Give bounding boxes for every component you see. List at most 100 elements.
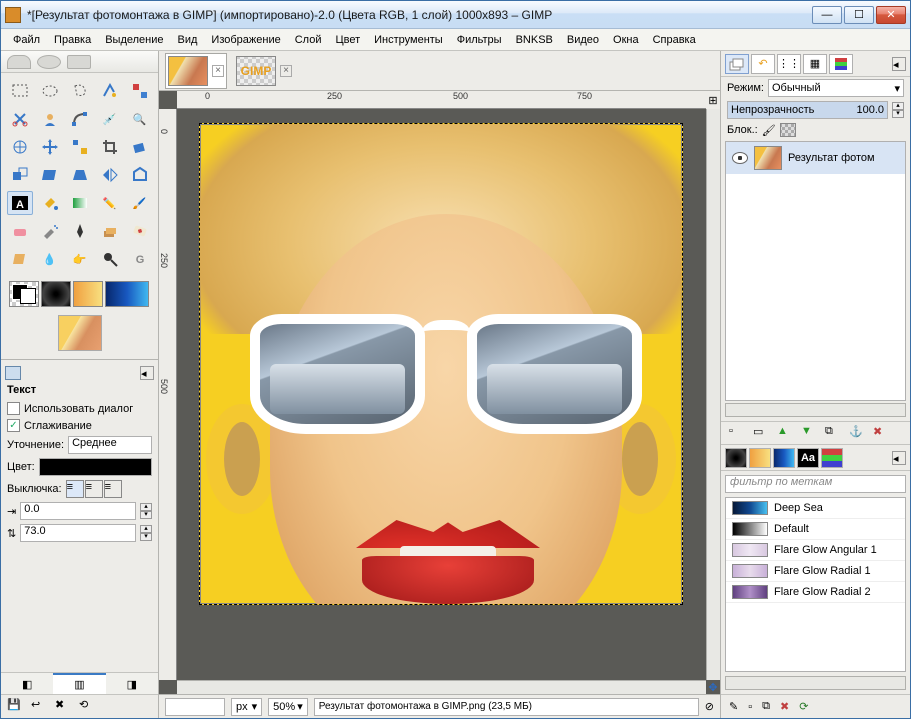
new-layer-button[interactable]: ▫ (729, 425, 745, 441)
brush-indicator[interactable] (41, 281, 71, 307)
heal-tool[interactable] (127, 219, 153, 243)
menu-edit[interactable]: Правка (48, 32, 97, 48)
hinting-select[interactable]: Среднее (68, 436, 152, 454)
delete-options-icon[interactable]: ✖ (55, 698, 73, 716)
layer-group-button[interactable]: ▭ (753, 425, 769, 441)
perspective-tool[interactable] (67, 163, 93, 187)
rect-select-tool[interactable] (7, 79, 33, 103)
fuzzy-select-tool[interactable] (97, 79, 123, 103)
gradient-item[interactable]: Flare Glow Radial 2 (726, 582, 905, 603)
spin-up[interactable]: ▴ (892, 102, 904, 110)
ink-tool[interactable] (67, 219, 93, 243)
gradient-indicator[interactable] (105, 281, 149, 307)
use-dialog-checkbox[interactable] (7, 402, 20, 415)
zoom-tool[interactable]: 🔍 (127, 107, 153, 131)
tool-options-tab[interactable] (5, 366, 21, 380)
restore-options-icon[interactable]: ↩ (31, 698, 49, 716)
visibility-toggle-icon[interactable] (732, 152, 748, 164)
rotate-tool[interactable] (127, 135, 153, 159)
gradient-item[interactable]: Deep Sea (726, 498, 905, 519)
delete-layer-button[interactable]: ✖ (873, 425, 889, 441)
lower-layer-button[interactable]: ▼ (801, 425, 817, 441)
duplicate-gradient-button[interactable]: ⧉ (762, 700, 770, 713)
spin-up[interactable]: ▴ (140, 503, 152, 511)
lock-alpha-icon[interactable] (780, 123, 796, 137)
layer-item[interactable]: Результат фотом (726, 142, 905, 174)
undo-history-tab[interactable]: ↶ (751, 54, 775, 74)
antialias-checkbox[interactable] (7, 419, 20, 432)
flip-tool[interactable] (97, 163, 123, 187)
paintbrush-tool[interactable]: 🖌️ (127, 191, 153, 215)
clone-tool[interactable] (97, 219, 123, 243)
patterns-tab[interactable] (749, 448, 771, 468)
blend-tool[interactable] (67, 191, 93, 215)
spin-down[interactable]: ▾ (140, 511, 152, 519)
menu-view[interactable]: Вид (172, 32, 204, 48)
bottom-tab-3[interactable]: ◨ (106, 673, 158, 694)
paths-tab[interactable]: ▦ (803, 54, 827, 74)
menu-filters[interactable]: Фильтры (451, 32, 508, 48)
menu-layer[interactable]: Слой (289, 32, 328, 48)
blur-tool[interactable]: 💧 (37, 247, 63, 271)
justify-right-button[interactable]: ≡ (85, 480, 103, 498)
justify-center-button[interactable]: ≡ (104, 480, 122, 498)
panel-menu-icon[interactable]: ◂ (892, 451, 906, 465)
bucket-fill-tool[interactable] (37, 191, 63, 215)
new-gradient-button[interactable]: ▫ (748, 701, 752, 713)
gradients-tab[interactable] (773, 448, 795, 468)
canvas[interactable]: ДПС (199, 123, 683, 605)
spin-down[interactable]: ▾ (892, 110, 904, 118)
crop-tool[interactable] (97, 135, 123, 159)
duplicate-layer-button[interactable]: ⧉ (825, 425, 841, 441)
zoom-select[interactable]: 50%▾ (268, 698, 308, 716)
reset-options-icon[interactable]: ⟲ (79, 698, 97, 716)
menu-video[interactable]: Видео (561, 32, 605, 48)
save-options-icon[interactable]: 💾 (7, 698, 25, 716)
by-color-select-tool[interactable] (127, 79, 153, 103)
text-tool[interactable]: A (7, 191, 33, 215)
refresh-gradients-button[interactable]: ⟳ (799, 700, 808, 713)
measure-tool[interactable] (7, 135, 33, 159)
image-tab-1[interactable]: × (165, 53, 227, 89)
delete-gradient-button[interactable]: ✖ (780, 700, 789, 713)
menu-image[interactable]: Изображение (205, 32, 286, 48)
image-tab-2[interactable]: × (233, 53, 295, 89)
cage-tool[interactable] (127, 163, 153, 187)
shear-tool[interactable] (37, 163, 63, 187)
fonts-tab[interactable]: Aa (797, 448, 819, 468)
pattern-indicator[interactable] (73, 281, 103, 307)
close-tab-icon[interactable]: × (212, 65, 224, 77)
perspective-clone-tool[interactable] (7, 247, 33, 271)
mode-select[interactable]: Обычный▾ (768, 79, 904, 97)
colormap-tab[interactable] (829, 54, 853, 74)
scissors-tool[interactable] (7, 107, 33, 131)
layer-name[interactable]: Результат фотом (788, 152, 875, 164)
lock-pixels-icon[interactable]: 🖌 (762, 124, 776, 137)
zoom-fit-icon[interactable]: ⊞ (706, 91, 720, 109)
scrollbar-horizontal[interactable] (177, 680, 706, 694)
pencil-tool[interactable]: ✏️ (97, 191, 123, 215)
dodge-tool[interactable] (97, 247, 123, 271)
maximize-button[interactable]: ☐ (844, 6, 874, 24)
gegl-tool[interactable]: G (127, 247, 153, 271)
eraser-tool[interactable] (7, 219, 33, 243)
linespacing-input[interactable]: 73.0 (20, 524, 136, 542)
color-picker-tool[interactable]: 💉 (97, 107, 123, 131)
raise-layer-button[interactable]: ▲ (777, 425, 793, 441)
align-tool[interactable] (67, 135, 93, 159)
fg-bg-swatch[interactable] (9, 281, 39, 307)
opacity-slider[interactable]: Непрозрачность100.0 (727, 101, 888, 119)
justify-left-button[interactable]: ≡ (66, 480, 84, 498)
indent-input[interactable]: 0.0 (20, 502, 136, 520)
bottom-tab-1[interactable]: ◧ (1, 673, 53, 694)
foreground-select-tool[interactable] (37, 107, 63, 131)
cancel-icon[interactable]: ⊘ (705, 700, 714, 713)
close-button[interactable]: ✕ (876, 6, 906, 24)
unit-select[interactable]: px ▾ (231, 698, 262, 716)
layers-scrollbar[interactable] (725, 403, 906, 417)
paths-tool[interactable] (67, 107, 93, 131)
brushes-tab[interactable] (725, 448, 747, 468)
active-image-thumb[interactable] (58, 315, 102, 351)
channels-tab[interactable]: ⋮⋮ (777, 54, 801, 74)
filter-input[interactable]: фильтр по меткам (725, 475, 906, 493)
